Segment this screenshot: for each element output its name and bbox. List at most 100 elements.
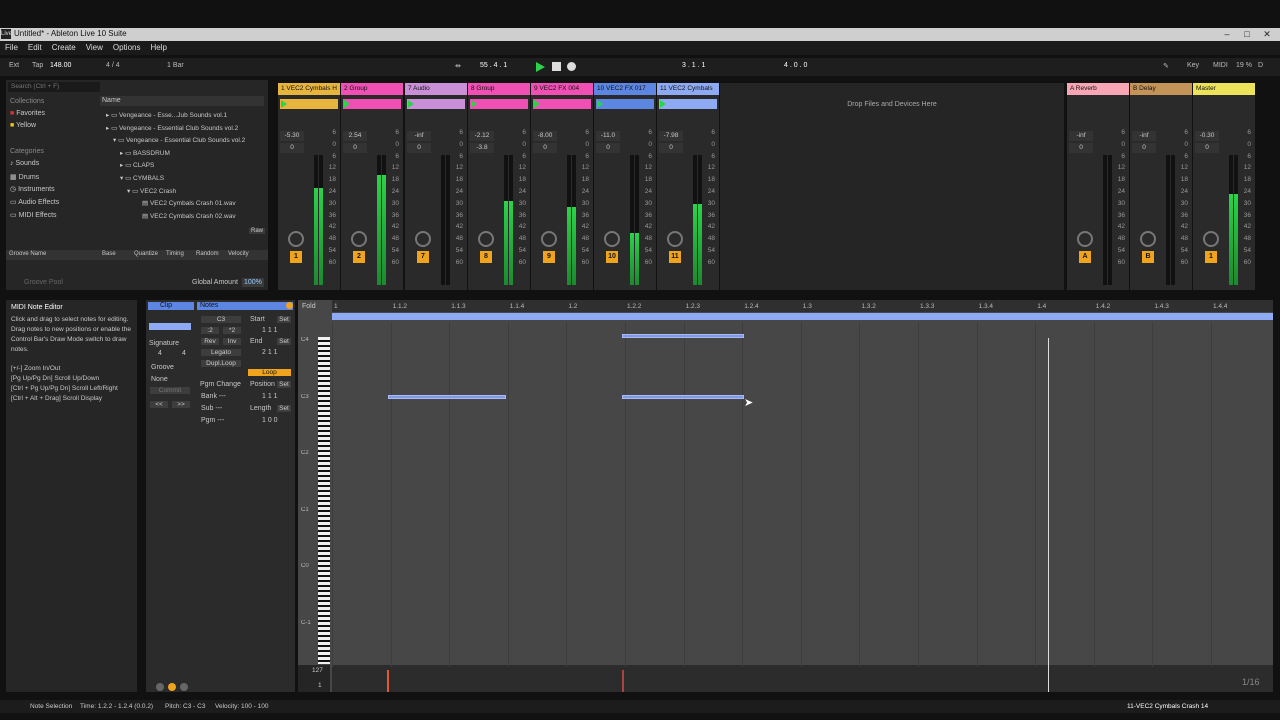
clip-slot[interactable] xyxy=(533,99,591,109)
track-activator[interactable]: 8 xyxy=(480,251,492,263)
play-icon[interactable] xyxy=(534,100,540,108)
track-activator[interactable]: B xyxy=(1142,251,1154,263)
midi-map-button[interactable]: MIDI xyxy=(1213,62,1228,69)
end-field[interactable]: 2 1 1 xyxy=(262,349,278,356)
play-icon[interactable] xyxy=(281,100,287,108)
record-icon[interactable] xyxy=(567,62,576,71)
reverse-button[interactable]: Rev xyxy=(201,338,219,345)
menu-edit[interactable]: Edit xyxy=(23,41,47,54)
loop-brace[interactable] xyxy=(332,313,1273,320)
pan-field[interactable]: 0 xyxy=(596,143,620,153)
track-activator[interactable]: A xyxy=(1079,251,1091,263)
clip-slot[interactable] xyxy=(280,99,338,109)
play-icon[interactable] xyxy=(471,100,477,108)
play-icon[interactable] xyxy=(597,100,603,108)
pan-field[interactable]: 0 xyxy=(533,143,557,153)
pan-knob-icon[interactable] xyxy=(604,231,620,247)
list-item[interactable]: ▾ ▭ VEC2 Crash xyxy=(106,186,245,199)
volume-field[interactable]: -7.98 xyxy=(659,131,683,141)
start-set-button[interactable]: Set xyxy=(277,316,291,323)
position-field[interactable]: 1 1 1 xyxy=(262,393,278,400)
list-item[interactable]: ▤ VEC2 Cymbals Crash 02.wav xyxy=(106,211,245,224)
fold-button[interactable]: Fold xyxy=(302,303,316,310)
draw-mode-icon[interactable]: ✎ xyxy=(1163,62,1169,70)
list-item[interactable]: ▸ ▭ Vengeance - Esse...Jub Sounds vol.1 xyxy=(106,110,245,123)
pgm-field[interactable]: Pgm --- xyxy=(201,417,224,424)
play-icon[interactable] xyxy=(344,100,350,108)
pan-field[interactable]: 0 xyxy=(1132,143,1156,153)
grid-size[interactable]: 1/16 xyxy=(1242,677,1260,687)
pan-field[interactable]: 0 xyxy=(343,143,367,153)
track-title[interactable]: 7 Audio xyxy=(405,83,467,95)
velocity-marker[interactable] xyxy=(387,670,389,692)
clip-slot[interactable] xyxy=(596,99,654,109)
return-track-strip[interactable]: B Delay -inf 0 6 0 6 12 18 24 30 36 42 48 54 60 B xyxy=(1130,83,1192,290)
key-map-button[interactable]: Key xyxy=(1187,62,1199,69)
follow-icon[interactable]: ⇹ xyxy=(455,62,461,70)
velocity-lane[interactable] xyxy=(332,665,1273,692)
menu-create[interactable]: Create xyxy=(47,41,81,54)
track-title[interactable]: A Reverb xyxy=(1067,83,1129,95)
track-title[interactable]: 11 VEC2 Cymbals xyxy=(657,83,719,95)
signature-field[interactable]: 4 / 4 xyxy=(106,62,120,69)
menu-file[interactable]: File xyxy=(0,41,23,54)
volume-field[interactable]: -5.30 xyxy=(280,131,304,141)
pan-knob-icon[interactable] xyxy=(478,231,494,247)
loop-length[interactable]: 4 . 0 . 0 xyxy=(784,62,807,69)
notes-fold-icon[interactable] xyxy=(286,302,293,309)
pan-knob-icon[interactable] xyxy=(1140,231,1156,247)
commit-button[interactable]: Commit xyxy=(150,387,190,394)
list-item[interactable]: ▸ ▭ CLAPS xyxy=(106,160,245,173)
track-activator[interactable]: 1 xyxy=(290,251,302,263)
volume-field[interactable]: -inf xyxy=(1132,131,1156,141)
invert-button[interactable]: Inv xyxy=(223,338,241,345)
track-title[interactable]: 1 VEC2 Cymbals H xyxy=(278,83,340,95)
return-track-strip[interactable]: Master -0.30 0 6 0 6 12 18 24 30 36 42 48 54 60 1 xyxy=(1193,83,1255,290)
list-item[interactable]: ▤ VEC2 Cymbals Crash 01.wav xyxy=(106,198,245,211)
clip-icon[interactable] xyxy=(156,683,164,691)
groove-select[interactable]: None xyxy=(151,376,168,383)
category-audio-effects[interactable]: ▭ Audio Effects xyxy=(10,198,59,206)
play-icon[interactable] xyxy=(536,62,545,72)
midi-note-editor[interactable]: Fold 127 1 1/16 xyxy=(298,300,1273,692)
track-title[interactable]: 2 Group xyxy=(341,83,403,95)
category-sounds[interactable]: ♪ Sounds xyxy=(10,160,39,167)
track-activator[interactable]: 10 xyxy=(606,251,618,263)
sub-field[interactable]: Sub --- xyxy=(201,405,222,412)
track-title[interactable]: B Delay xyxy=(1130,83,1192,95)
category-midi-effects[interactable]: ▭ MIDI Effects xyxy=(10,211,57,219)
duplicate-loop-button[interactable]: Dupl.Loop xyxy=(201,360,241,367)
collection-favorites[interactable]: ■ Favorites xyxy=(10,110,45,117)
status-track[interactable]: 11-VEC2 Cymbals Crash 14 xyxy=(1127,703,1208,710)
tap-button[interactable]: Tap xyxy=(32,62,43,69)
track-activator[interactable]: 7 xyxy=(417,251,429,263)
play-icon[interactable] xyxy=(660,100,666,108)
volume-field[interactable]: -11.0 xyxy=(596,131,620,141)
pan-knob-icon[interactable] xyxy=(288,231,304,247)
track-title[interactable]: 8 Group xyxy=(468,83,530,95)
close-icon[interactable]: ✕ xyxy=(1260,29,1274,39)
category-instruments[interactable]: ◷ Instruments xyxy=(10,185,55,193)
length-field[interactable]: 1 0 0 xyxy=(262,417,278,424)
notes-tab[interactable]: Notes xyxy=(197,302,293,310)
length-set-button[interactable]: Set xyxy=(277,405,291,412)
pan-field[interactable]: 0 xyxy=(1069,143,1093,153)
name-column-header[interactable]: Name xyxy=(100,96,264,106)
end-set-button[interactable]: Set xyxy=(277,338,291,345)
double-button[interactable]: *2 xyxy=(223,327,241,334)
position-set-button[interactable]: Set xyxy=(277,381,291,388)
ext-button[interactable]: Ext xyxy=(9,62,19,69)
velocity-marker[interactable] xyxy=(622,670,624,692)
pan-field[interactable]: -3.8 xyxy=(470,143,494,153)
clip-tab[interactable]: Clip xyxy=(148,302,194,310)
volume-field[interactable]: -2.12 xyxy=(470,131,494,141)
clip-slot[interactable] xyxy=(407,99,465,109)
midi-note[interactable] xyxy=(622,395,744,399)
pan-field[interactable]: 0 xyxy=(407,143,431,153)
track-strip[interactable]: 9 VEC2 FX 004 -8.00 0 6 0 6 12 18 24 30 36 42 48 54 60… xyxy=(531,83,593,290)
loop-button[interactable]: Loop xyxy=(248,369,291,376)
volume-field[interactable]: -0.30 xyxy=(1195,131,1219,141)
midi-note[interactable] xyxy=(388,395,506,399)
stop-icon[interactable] xyxy=(552,62,561,71)
menu-view[interactable]: View xyxy=(81,41,108,54)
